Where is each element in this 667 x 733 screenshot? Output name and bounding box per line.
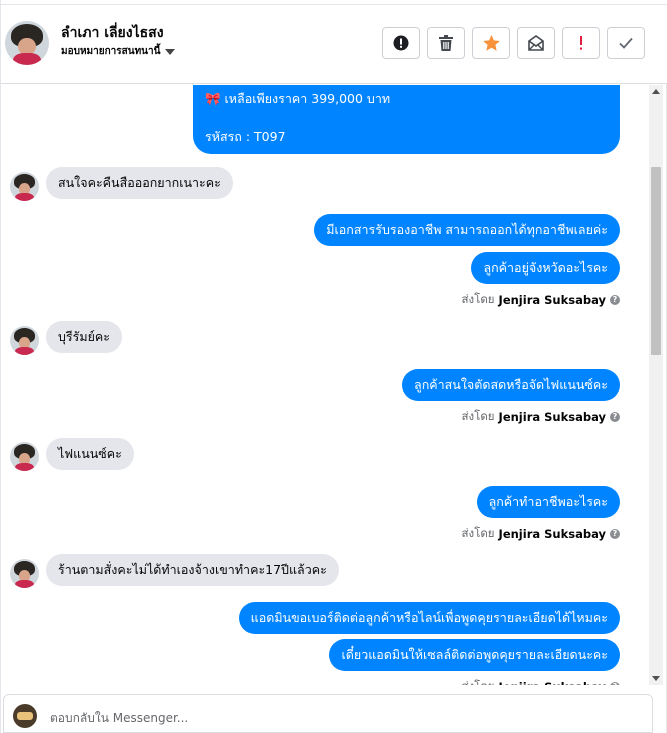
sent-by-agent[interactable]: Jenjira Suksabay bbox=[499, 410, 606, 424]
sent-by-label: ส่งโดย Jenjira Suksabay ? bbox=[462, 291, 620, 309]
contact-avatar[interactable] bbox=[10, 172, 39, 201]
exclamation-icon bbox=[580, 36, 582, 50]
message-bubble-outgoing[interactable]: มีเอกสารรับรองอาชีพ สามารถออกได้ทุกอาชีพ… bbox=[314, 214, 620, 246]
message-line: 🎀 เหลือเพียงราคา 399,000 บาท bbox=[205, 91, 391, 106]
message-bubble-incoming[interactable]: ไฟแนนซ์คะ bbox=[46, 438, 134, 470]
message-list-scrollbar[interactable] bbox=[649, 85, 663, 685]
help-icon[interactable]: ? bbox=[610, 529, 620, 539]
message-bubble-outgoing[interactable]: ลูกค้าอยู่จังหวัดอะไรคะ bbox=[471, 252, 620, 284]
follow-up-button[interactable] bbox=[562, 27, 600, 59]
message-line bbox=[205, 108, 608, 127]
delete-button[interactable] bbox=[427, 27, 465, 59]
mail-icon bbox=[528, 35, 544, 51]
message-bubble-incoming[interactable]: ร้านตามสั่งคะไม่ได้ทำเองจ้างเขาทำคะ17ปีแ… bbox=[46, 554, 339, 586]
message-list: 🎀 เหลือเพียงราคา 399,000 บาท รหัสรถ : T0… bbox=[1, 85, 649, 685]
sent-by-label: ส่งโดย Jenjira Suksabay ? bbox=[462, 525, 620, 543]
message-line: รหัสรถ : T097 bbox=[205, 129, 286, 144]
scroll-up-arrow-icon[interactable] bbox=[652, 89, 660, 94]
sent-by-label: ส่งโดย Jenjira Suksabay ? bbox=[462, 408, 620, 426]
reply-composer[interactable]: ตอบกลับใน Messenger... bbox=[3, 694, 653, 733]
trash-icon bbox=[439, 35, 453, 51]
alert-circle-icon bbox=[393, 35, 409, 51]
reply-input[interactable]: ตอบกลับใน Messenger... bbox=[50, 709, 188, 728]
sent-by-agent[interactable]: Jenjira Suksabay bbox=[499, 527, 606, 541]
conversation-panel: ลำเภา เลี่ยงไธสง มอบหมายการสนทนานี้ 🎀 เห… bbox=[0, 0, 667, 733]
mark-done-button[interactable] bbox=[607, 27, 645, 59]
sent-by-agent[interactable]: Jenjira Suksabay bbox=[499, 680, 606, 685]
page-avatar bbox=[13, 704, 37, 728]
message-bubble-outgoing[interactable]: แอดมินขอเบอร์ติดต่อลูกค้าหรือไลน์เพื่อพู… bbox=[238, 602, 620, 634]
contact-avatar[interactable] bbox=[10, 442, 39, 471]
help-icon[interactable]: ? bbox=[610, 412, 620, 422]
sent-by-prefix: ส่งโดย bbox=[461, 526, 495, 540]
help-icon[interactable]: ? bbox=[610, 682, 620, 685]
sent-by-prefix: ส่งโดย bbox=[461, 292, 495, 306]
message-bubble-outgoing[interactable]: ลูกค้าทำอาชีพอะไรคะ bbox=[476, 486, 620, 518]
star-button[interactable] bbox=[472, 27, 510, 59]
star-icon bbox=[482, 35, 500, 51]
mark-spam-button[interactable] bbox=[382, 27, 420, 59]
contact-avatar[interactable] bbox=[5, 21, 49, 65]
divider bbox=[1, 4, 667, 5]
message-bubble-incoming[interactable]: บุรีรัมย์คะ bbox=[46, 321, 123, 353]
conversation-toolbar bbox=[382, 27, 645, 59]
help-icon[interactable]: ? bbox=[610, 295, 620, 305]
check-icon bbox=[619, 37, 633, 49]
mark-unread-button[interactable] bbox=[517, 27, 555, 59]
scrollbar-thumb[interactable] bbox=[651, 167, 661, 355]
contact-avatar[interactable] bbox=[10, 559, 39, 588]
conversation-header: ลำเภา เลี่ยงไธสง มอบหมายการสนทนานี้ bbox=[1, 0, 667, 84]
scroll-down-arrow-icon[interactable] bbox=[652, 676, 660, 681]
message-bubble-incoming[interactable]: สนใจคะคืนสือออกยากเนาะคะ bbox=[46, 167, 233, 199]
caret-down-icon bbox=[165, 48, 176, 55]
sent-by-agent[interactable]: Jenjira Suksabay bbox=[499, 293, 606, 307]
assign-conversation-dropdown[interactable]: มอบหมายการสนทนานี้ bbox=[61, 44, 176, 59]
message-bubble-outgoing[interactable]: ลูกค้าสนใจตัดสดหรือจัดไฟแนนซ์คะ bbox=[402, 369, 620, 401]
message-bubble-outgoing[interactable]: เดี๋ยวแอดมินให้เซลล์ติดต่อพูดคุยรายละเอี… bbox=[329, 639, 620, 671]
assign-conversation-label: มอบหมายการสนทนานี้ bbox=[61, 46, 161, 57]
contact-name[interactable]: ลำเภา เลี่ยงไธสง bbox=[61, 22, 164, 44]
sent-by-label: ส่งโดย Jenjira Suksabay ? bbox=[462, 678, 620, 685]
sent-by-prefix: ส่งโดย bbox=[462, 678, 495, 685]
message-bubble-outgoing[interactable]: 🎀 เหลือเพียงราคา 399,000 บาท รหัสรถ : T0… bbox=[193, 85, 620, 154]
sent-by-prefix: ส่งโดย bbox=[461, 409, 495, 423]
contact-avatar[interactable] bbox=[10, 326, 39, 355]
